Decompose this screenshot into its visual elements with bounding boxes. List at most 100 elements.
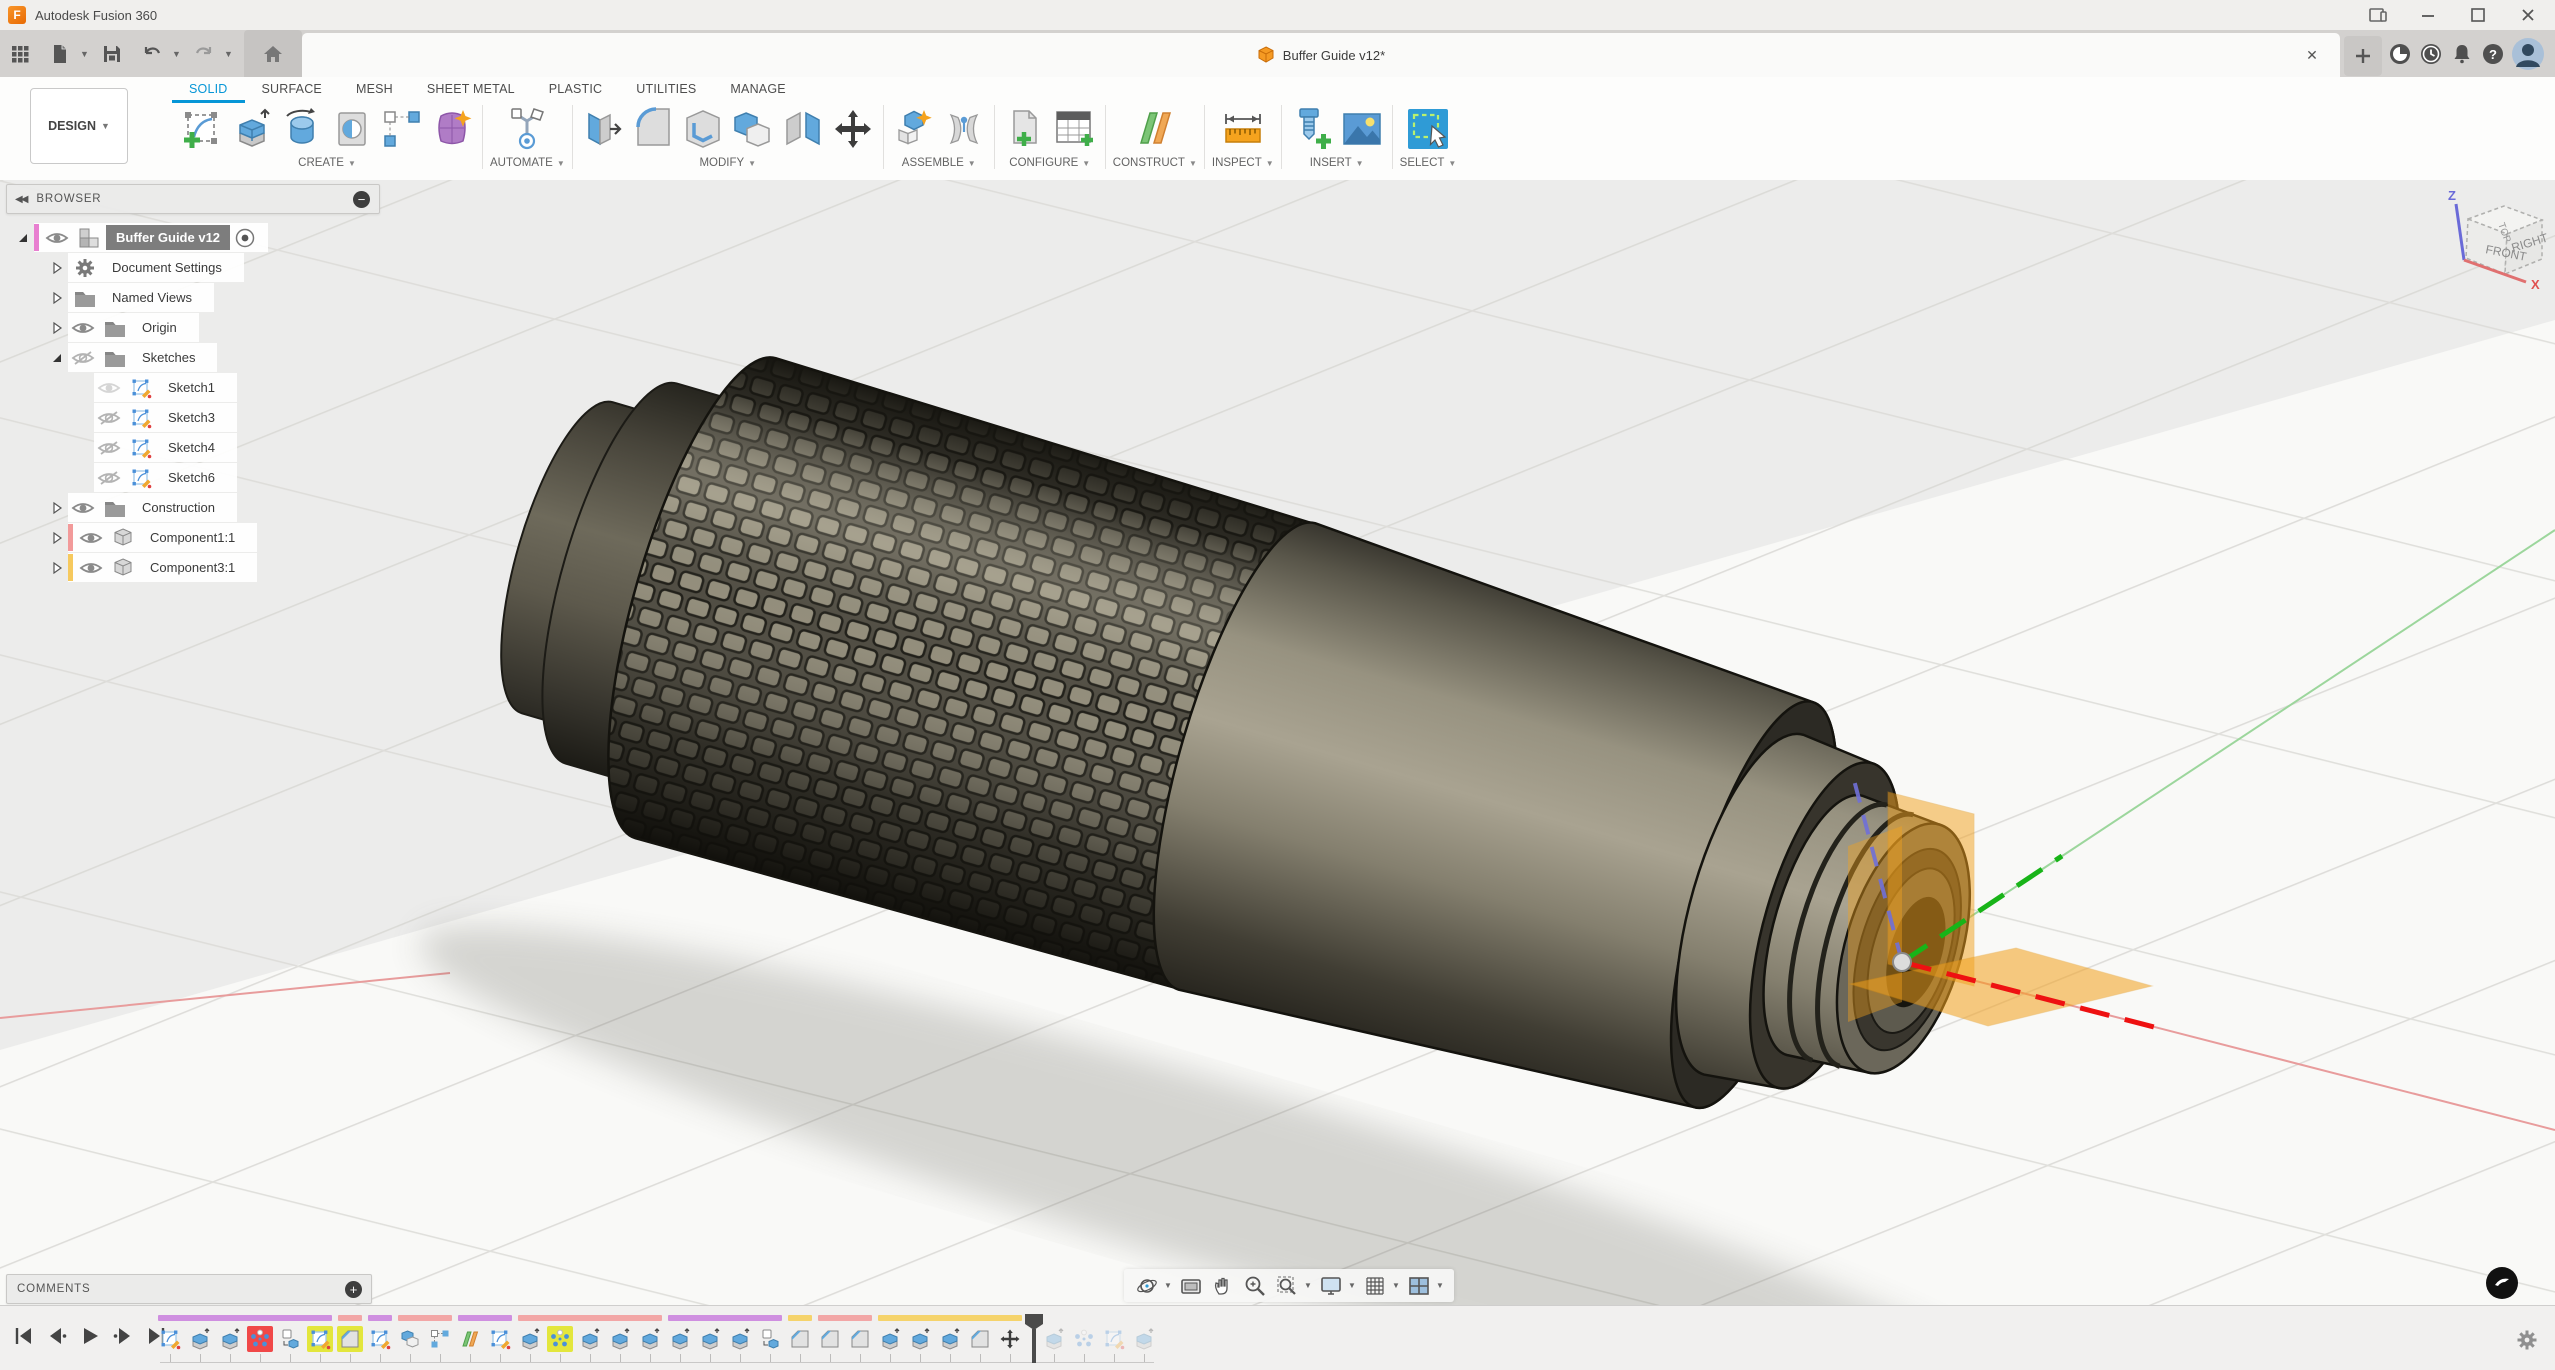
timeline-feature-extrude[interactable]: [1041, 1326, 1067, 1352]
press-pull-button[interactable]: [580, 105, 626, 153]
expander-closed-icon[interactable]: [46, 257, 68, 279]
timeline-feature-chamfer[interactable]: [817, 1326, 843, 1352]
look-at-button[interactable]: [1176, 1272, 1206, 1300]
shell-button[interactable]: [680, 105, 726, 153]
browser-item-origin[interactable]: Origin: [6, 313, 380, 342]
undo-dropdown-icon[interactable]: ▼: [172, 49, 184, 59]
home-icon[interactable]: [262, 43, 284, 65]
visibility-eye-off-icon[interactable]: [94, 407, 124, 429]
timeline-feature-chamfer[interactable]: [847, 1326, 873, 1352]
extensions-icon[interactable]: [2388, 42, 2412, 66]
browser-item-buffer-guide-v12[interactable]: Buffer Guide v12: [6, 223, 380, 252]
browser-item-construction[interactable]: Construction: [6, 493, 380, 522]
fillet-button[interactable]: [630, 105, 676, 153]
timeline-feature-plane[interactable]: [457, 1326, 483, 1352]
visibility-eye-on-icon[interactable]: [68, 317, 98, 339]
browser-item-document-settings[interactable]: Document Settings: [6, 253, 380, 282]
browser-item-sketch4[interactable]: Sketch4: [6, 433, 380, 462]
timeline-playhead[interactable]: [1025, 1314, 1043, 1363]
timeline-feature-extrude[interactable]: [217, 1326, 243, 1352]
visibility-eye-off-icon[interactable]: [68, 347, 98, 369]
timeline-feature-combine[interactable]: [397, 1326, 423, 1352]
step-back-button[interactable]: [45, 1324, 69, 1348]
ribbon-group-label[interactable]: AUTOMATE▼: [490, 157, 565, 169]
browser-item-label[interactable]: Document Settings: [102, 260, 232, 275]
expander-closed-icon[interactable]: [46, 287, 68, 309]
timeline-feature-chamfer[interactable]: [787, 1326, 813, 1352]
timeline-feature-rect-pattern[interactable]: [427, 1326, 453, 1352]
activate-component-radio[interactable]: [234, 227, 256, 249]
expander-closed-icon[interactable]: [46, 557, 68, 579]
timeline-feature-extrude[interactable]: [877, 1326, 903, 1352]
display-settings-button[interactable]: [1316, 1272, 1346, 1300]
timeline-feature-extrude[interactable]: [577, 1326, 603, 1352]
timeline-group-bar-purple[interactable]: [668, 1315, 782, 1321]
orbit-button[interactable]: [1132, 1272, 1162, 1300]
job-status-icon[interactable]: [2419, 42, 2443, 66]
visibility-eye-on-icon[interactable]: [42, 227, 72, 249]
timeline-group-bar-purple[interactable]: [458, 1315, 512, 1321]
hole-button[interactable]: [329, 105, 375, 153]
browser-item-sketches[interactable]: Sketches: [6, 343, 380, 372]
timeline-feature-extrude[interactable]: [667, 1326, 693, 1352]
select-tool-button[interactable]: [1405, 105, 1451, 153]
play-button[interactable]: [78, 1324, 102, 1348]
insert-canvas-button[interactable]: [1339, 105, 1385, 153]
design-menu-button[interactable]: DESIGN▼: [30, 88, 128, 164]
viewcube[interactable]: FRONT RIGHT TOP Z X: [2428, 186, 2555, 316]
expander-closed-icon[interactable]: [46, 497, 68, 519]
toolbar-tab-mesh[interactable]: MESH: [339, 82, 410, 103]
timeline-feature-sketch[interactable]: [367, 1326, 393, 1352]
ribbon-group-label[interactable]: ASSEMBLE▼: [902, 157, 976, 169]
display-settings-dropdown-icon[interactable]: ▼: [1348, 1281, 1358, 1290]
step-forward-button[interactable]: [111, 1324, 135, 1348]
browser-item-label[interactable]: Component1:1: [140, 530, 245, 545]
browser-item-component3-1[interactable]: Component3:1: [6, 553, 380, 582]
automate-button[interactable]: [504, 105, 550, 153]
document-close-icon[interactable]: ✕: [2302, 45, 2322, 65]
maximize-icon[interactable]: [2467, 4, 2489, 26]
comments-header[interactable]: COMMENTS +: [6, 1274, 372, 1304]
visibility-eye-dim-icon[interactable]: [94, 377, 124, 399]
timeline-feature-component[interactable]: [757, 1326, 783, 1352]
timeline-feature-extrude[interactable]: [697, 1326, 723, 1352]
ribbon-group-label[interactable]: INSPECT▼: [1212, 157, 1274, 169]
save-button[interactable]: [92, 34, 132, 74]
ribbon-group-label[interactable]: SELECT▼: [1400, 157, 1457, 169]
split-button[interactable]: [780, 105, 826, 153]
expander-closed-icon[interactable]: [46, 317, 68, 339]
timeline-group-bar-yellow[interactable]: [878, 1315, 1022, 1321]
timeline-feature-extrude[interactable]: [937, 1326, 963, 1352]
configuration-button[interactable]: [1002, 105, 1048, 153]
timeline-feature-extrude[interactable]: [1131, 1326, 1157, 1352]
timeline-group-bar-pink[interactable]: [338, 1315, 362, 1321]
zoom-button[interactable]: [1240, 1272, 1270, 1300]
redo-button[interactable]: [184, 34, 224, 74]
construct-plane-button[interactable]: [1132, 105, 1178, 153]
toolbar-tab-surface[interactable]: SURFACE: [245, 82, 339, 103]
browser-item-sketch1[interactable]: Sketch1: [6, 373, 380, 402]
browser-item-label[interactable]: Sketch6: [158, 470, 225, 485]
fit-dropdown-icon[interactable]: ▼: [1304, 1281, 1314, 1290]
grid-settings-dropdown-icon[interactable]: ▼: [1392, 1281, 1402, 1290]
close-icon[interactable]: [2517, 4, 2539, 26]
viewports-button[interactable]: [1404, 1272, 1434, 1300]
timeline-feature-extrude[interactable]: [907, 1326, 933, 1352]
combine-button[interactable]: [730, 105, 776, 153]
toolbar-tab-manage[interactable]: MANAGE: [713, 82, 802, 103]
add-comment-icon[interactable]: +: [345, 1281, 362, 1298]
browser-item-component1-1[interactable]: Component1:1: [6, 523, 380, 552]
toolbar-tab-utilities[interactable]: UTILITIES: [619, 82, 713, 103]
joint-button[interactable]: [941, 105, 987, 153]
timeline-group-bar-purple[interactable]: [368, 1315, 392, 1321]
extrude-button[interactable]: [229, 105, 275, 153]
ribbon-group-label[interactable]: INSERT▼: [1310, 157, 1364, 169]
go-to-start-button[interactable]: [12, 1324, 36, 1348]
timeline-feature-move[interactable]: [997, 1326, 1023, 1352]
timeline-group-bar-yellow[interactable]: [788, 1315, 812, 1321]
browser-item-sketch3[interactable]: Sketch3: [6, 403, 380, 432]
timeline-feature-extrude[interactable]: [727, 1326, 753, 1352]
browser-collapse-icon[interactable]: ◀◀: [15, 194, 26, 205]
help-icon[interactable]: ?: [2481, 42, 2505, 66]
toolbar-tab-sheet-metal[interactable]: SHEET METAL: [410, 82, 532, 103]
